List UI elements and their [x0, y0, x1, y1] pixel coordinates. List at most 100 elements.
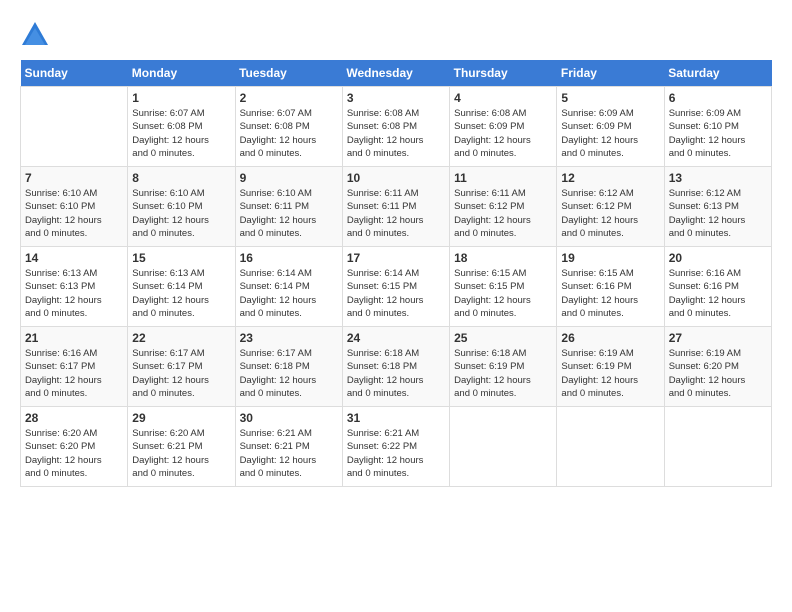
day-number: 17	[347, 251, 445, 265]
calendar-cell: 21 Sunrise: 6:16 AM Sunset: 6:17 PM Dayli…	[21, 327, 128, 407]
calendar-cell: 17 Sunrise: 6:14 AM Sunset: 6:15 PM Dayli…	[342, 247, 449, 327]
calendar-cell: 31 Sunrise: 6:21 AM Sunset: 6:22 PM Dayli…	[342, 407, 449, 487]
day-info: Sunrise: 6:10 AM Sunset: 6:10 PM Dayligh…	[25, 187, 123, 240]
calendar-week-1: 1 Sunrise: 6:07 AM Sunset: 6:08 PM Daylig…	[21, 87, 772, 167]
day-number: 19	[561, 251, 659, 265]
calendar-cell: 18Sunrise: 6:15 AM Sunset: 6:15 PM Dayli…	[450, 247, 557, 327]
calendar-cell: 5 Sunrise: 6:09 AM Sunset: 6:09 PM Daylig…	[557, 87, 664, 167]
calendar-cell: 20 Sunrise: 6:16 AM Sunset: 6:16 PM Dayli…	[664, 247, 771, 327]
calendar-cell: 8 Sunrise: 6:10 AM Sunset: 6:10 PM Daylig…	[128, 167, 235, 247]
calendar-cell: 9 Sunrise: 6:10 AM Sunset: 6:11 PM Daylig…	[235, 167, 342, 247]
header-monday: Monday	[128, 60, 235, 87]
calendar-cell: 3 Sunrise: 6:08 AM Sunset: 6:08 PM Daylig…	[342, 87, 449, 167]
day-number: 31	[347, 411, 445, 425]
day-number: 5	[561, 91, 659, 105]
day-number: 1	[132, 91, 230, 105]
page-header	[20, 20, 772, 50]
day-number: 23	[240, 331, 338, 345]
day-info: Sunrise: 6:08 AM Sunset: 6:08 PM Dayligh…	[347, 107, 445, 160]
day-info: Sunrise: 6:13 AM Sunset: 6:14 PM Dayligh…	[132, 267, 230, 320]
calendar-cell: 29 Sunrise: 6:20 AM Sunset: 6:21 PM Dayli…	[128, 407, 235, 487]
day-info: Sunrise: 6:10 AM Sunset: 6:10 PM Dayligh…	[132, 187, 230, 240]
header-wednesday: Wednesday	[342, 60, 449, 87]
calendar-cell: 30 Sunrise: 6:21 AM Sunset: 6:21 PM Dayli…	[235, 407, 342, 487]
calendar-cell: 13 Sunrise: 6:12 AM Sunset: 6:13 PM Dayli…	[664, 167, 771, 247]
day-info: Sunrise: 6:09 AM Sunset: 6:09 PM Dayligh…	[561, 107, 659, 160]
day-info: Sunrise: 6:18 AM Sunset: 6:19 PM Dayligh…	[454, 347, 552, 400]
calendar-cell: 2 Sunrise: 6:07 AM Sunset: 6:08 PM Daylig…	[235, 87, 342, 167]
day-number: 15	[132, 251, 230, 265]
day-number: 25	[454, 331, 552, 345]
day-number: 8	[132, 171, 230, 185]
calendar-table: SundayMondayTuesdayWednesdayThursdayFrid…	[20, 60, 772, 487]
day-number: 26	[561, 331, 659, 345]
calendar-cell: 7 Sunrise: 6:10 AM Sunset: 6:10 PM Daylig…	[21, 167, 128, 247]
calendar-cell	[557, 407, 664, 487]
calendar-cell: 1Sunrise: 6:07 AM Sunset: 6:08 PM Daylig…	[128, 87, 235, 167]
day-number: 29	[132, 411, 230, 425]
day-number: 14	[25, 251, 123, 265]
day-number: 16	[240, 251, 338, 265]
calendar-cell: 14 Sunrise: 6:13 AM Sunset: 6:13 PM Dayli…	[21, 247, 128, 327]
day-info: Sunrise: 6:14 AM Sunset: 6:14 PM Dayligh…	[240, 267, 338, 320]
calendar-cell	[450, 407, 557, 487]
header-thursday: Thursday	[450, 60, 557, 87]
logo-icon	[20, 20, 50, 50]
calendar-week-3: 14 Sunrise: 6:13 AM Sunset: 6:13 PM Dayli…	[21, 247, 772, 327]
day-info: Sunrise: 6:17 AM Sunset: 6:18 PM Dayligh…	[240, 347, 338, 400]
day-info: Sunrise: 6:08 AM Sunset: 6:09 PM Dayligh…	[454, 107, 552, 160]
day-info: Sunrise: 6:12 AM Sunset: 6:13 PM Dayligh…	[669, 187, 767, 240]
day-number: 13	[669, 171, 767, 185]
day-info: Sunrise: 6:17 AM Sunset: 6:17 PM Dayligh…	[132, 347, 230, 400]
day-number: 3	[347, 91, 445, 105]
day-number: 21	[25, 331, 123, 345]
day-number: 27	[669, 331, 767, 345]
calendar-cell: 24 Sunrise: 6:18 AM Sunset: 6:18 PM Dayli…	[342, 327, 449, 407]
day-number: 18	[454, 251, 552, 265]
calendar-cell: 22Sunrise: 6:17 AM Sunset: 6:17 PM Dayli…	[128, 327, 235, 407]
day-info: Sunrise: 6:20 AM Sunset: 6:21 PM Dayligh…	[132, 427, 230, 480]
day-info: Sunrise: 6:09 AM Sunset: 6:10 PM Dayligh…	[669, 107, 767, 160]
day-info: Sunrise: 6:14 AM Sunset: 6:15 PM Dayligh…	[347, 267, 445, 320]
calendar-cell	[21, 87, 128, 167]
day-info: Sunrise: 6:21 AM Sunset: 6:21 PM Dayligh…	[240, 427, 338, 480]
day-info: Sunrise: 6:19 AM Sunset: 6:19 PM Dayligh…	[561, 347, 659, 400]
day-info: Sunrise: 6:15 AM Sunset: 6:16 PM Dayligh…	[561, 267, 659, 320]
header-saturday: Saturday	[664, 60, 771, 87]
day-info: Sunrise: 6:16 AM Sunset: 6:17 PM Dayligh…	[25, 347, 123, 400]
calendar-week-2: 7 Sunrise: 6:10 AM Sunset: 6:10 PM Daylig…	[21, 167, 772, 247]
day-number: 9	[240, 171, 338, 185]
calendar-week-4: 21 Sunrise: 6:16 AM Sunset: 6:17 PM Dayli…	[21, 327, 772, 407]
day-number: 4	[454, 91, 552, 105]
day-number: 28	[25, 411, 123, 425]
day-info: Sunrise: 6:13 AM Sunset: 6:13 PM Dayligh…	[25, 267, 123, 320]
day-info: Sunrise: 6:19 AM Sunset: 6:20 PM Dayligh…	[669, 347, 767, 400]
calendar-cell: 12Sunrise: 6:12 AM Sunset: 6:12 PM Dayli…	[557, 167, 664, 247]
day-number: 6	[669, 91, 767, 105]
header-tuesday: Tuesday	[235, 60, 342, 87]
day-info: Sunrise: 6:11 AM Sunset: 6:11 PM Dayligh…	[347, 187, 445, 240]
calendar-header-row: SundayMondayTuesdayWednesdayThursdayFrid…	[21, 60, 772, 87]
day-info: Sunrise: 6:16 AM Sunset: 6:16 PM Dayligh…	[669, 267, 767, 320]
day-info: Sunrise: 6:18 AM Sunset: 6:18 PM Dayligh…	[347, 347, 445, 400]
day-number: 7	[25, 171, 123, 185]
day-info: Sunrise: 6:11 AM Sunset: 6:12 PM Dayligh…	[454, 187, 552, 240]
day-number: 11	[454, 171, 552, 185]
day-info: Sunrise: 6:10 AM Sunset: 6:11 PM Dayligh…	[240, 187, 338, 240]
calendar-cell: 25 Sunrise: 6:18 AM Sunset: 6:19 PM Dayli…	[450, 327, 557, 407]
calendar-cell: 6 Sunrise: 6:09 AM Sunset: 6:10 PM Daylig…	[664, 87, 771, 167]
day-number: 20	[669, 251, 767, 265]
day-number: 30	[240, 411, 338, 425]
calendar-cell: 28Sunrise: 6:20 AM Sunset: 6:20 PM Dayli…	[21, 407, 128, 487]
day-info: Sunrise: 6:07 AM Sunset: 6:08 PM Dayligh…	[240, 107, 338, 160]
day-info: Sunrise: 6:21 AM Sunset: 6:22 PM Dayligh…	[347, 427, 445, 480]
calendar-cell: 26 Sunrise: 6:19 AM Sunset: 6:19 PM Dayli…	[557, 327, 664, 407]
calendar-cell: 15 Sunrise: 6:13 AM Sunset: 6:14 PM Dayli…	[128, 247, 235, 327]
calendar-cell: 23 Sunrise: 6:17 AM Sunset: 6:18 PM Dayli…	[235, 327, 342, 407]
header-sunday: Sunday	[21, 60, 128, 87]
calendar-cell	[664, 407, 771, 487]
day-number: 2	[240, 91, 338, 105]
calendar-cell: 19 Sunrise: 6:15 AM Sunset: 6:16 PM Dayli…	[557, 247, 664, 327]
day-number: 24	[347, 331, 445, 345]
day-number: 10	[347, 171, 445, 185]
